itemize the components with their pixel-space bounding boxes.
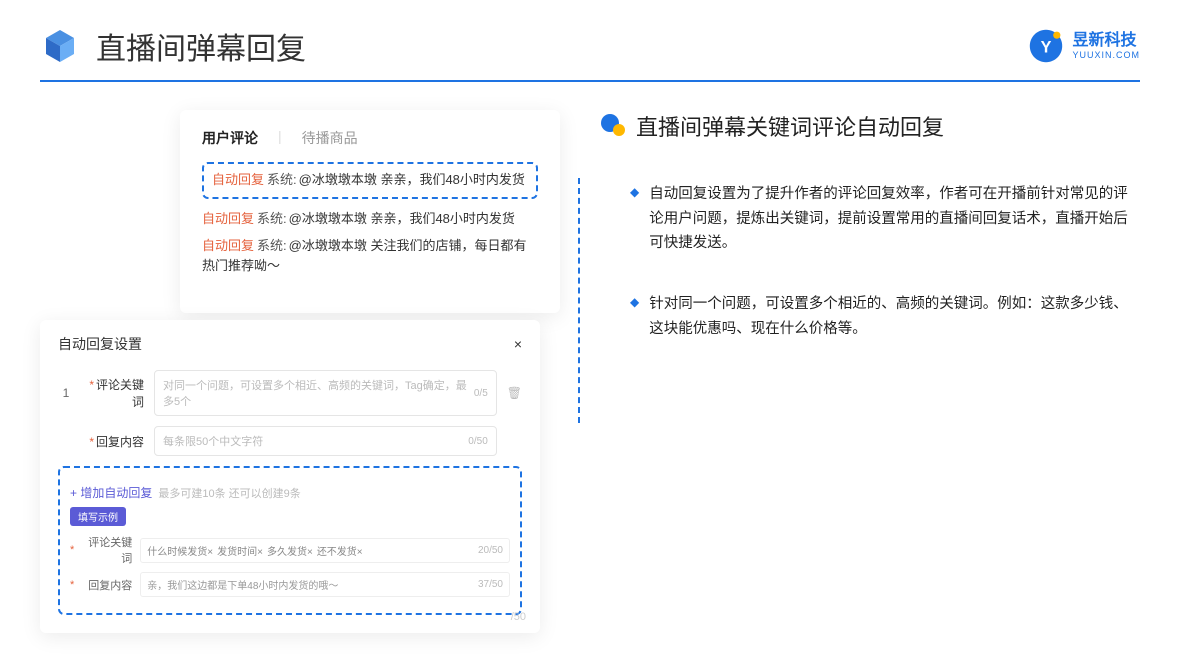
comment-row: 自动回复系统:@冰墩墩本墩 亲亲，我们48小时内发货 bbox=[202, 209, 538, 230]
delete-icon[interactable]: 🗑 bbox=[507, 386, 522, 400]
comment-row: 自动回复系统:@冰墩墩本墩 关注我们的店铺，每日都有热门推荐呦～ bbox=[202, 236, 538, 278]
bullet-item: ◆ 针对同一个问题，可设置多个相近的、高频的关键词。例如：这款多少钱、这块能优惠… bbox=[600, 292, 1140, 341]
highlighted-comment: 自动回复系统:@冰墩墩本墩 亲亲，我们48小时内发货 bbox=[202, 162, 538, 199]
example-badge: 填写示例 bbox=[70, 507, 126, 526]
divider bbox=[40, 80, 1140, 82]
svg-text:Y: Y bbox=[1041, 38, 1052, 56]
keyword-input[interactable]: 对同一个问题，可设置多个相近、高频的关键词，Tag确定，最多5个0/5 bbox=[154, 370, 497, 416]
example-keywords: 什么时候发货×发货时间×多久发货×还不发货× 20/50 bbox=[140, 538, 510, 563]
section-title: 直播间弹幕关键词评论自动回复 bbox=[636, 110, 944, 142]
page-title: 直播间弹幕回复 bbox=[96, 24, 306, 68]
brand-logo: Y 昱新科技YUUXIN.COM bbox=[1028, 28, 1140, 64]
content-input[interactable]: 每条限50个中文字符0/50 bbox=[154, 426, 497, 456]
example-box: + 增加自动回复最多可建10条 还可以创建9条 填写示例 *评论关键词 什么时候… bbox=[58, 466, 522, 615]
add-reply-link[interactable]: + 增加自动回复 bbox=[70, 486, 152, 500]
comments-panel: 用户评论 | 待播商品 自动回复系统:@冰墩墩本墩 亲亲，我们48小时内发货 自… bbox=[180, 110, 560, 313]
close-icon[interactable]: × bbox=[514, 336, 522, 352]
dialog-title: 自动回复设置 bbox=[58, 334, 142, 354]
chat-icon bbox=[600, 113, 626, 139]
auto-reply-settings-dialog: 自动回复设置 × 1 *评论关键词 对同一个问题，可设置多个相近、高频的关键词，… bbox=[40, 320, 540, 633]
row-number: 1 bbox=[58, 386, 74, 400]
cube-icon bbox=[40, 26, 80, 66]
tab-pending-goods[interactable]: 待播商品 bbox=[302, 128, 358, 148]
example-content: 亲，我们这边都是下单48小时内发货的哦～37/50 bbox=[140, 572, 510, 597]
tab-user-comments[interactable]: 用户评论 bbox=[202, 128, 258, 148]
bullet-item: ◆ 自动回复设置为了提升作者的评论回复效率，作者可在开播前针对常见的评论用户问题… bbox=[600, 182, 1140, 256]
connector-line bbox=[578, 178, 580, 423]
